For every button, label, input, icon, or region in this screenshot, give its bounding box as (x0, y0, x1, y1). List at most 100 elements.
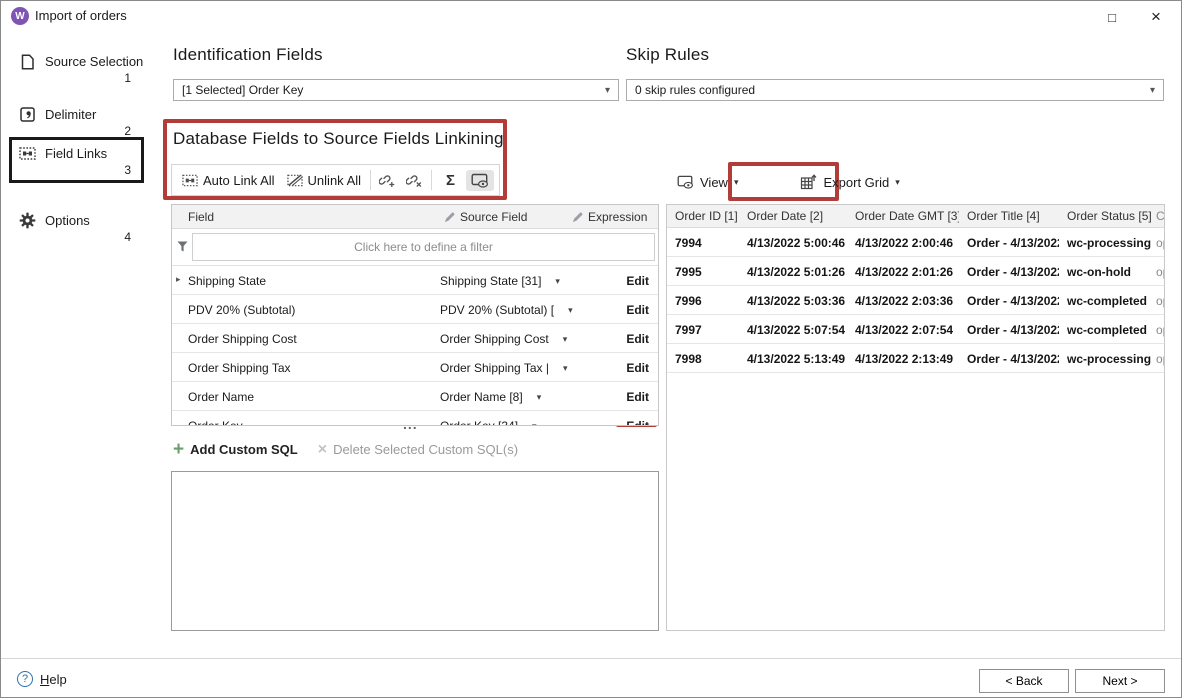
edit-button[interactable]: Edit (626, 274, 649, 288)
resize-grip[interactable]: ... (403, 416, 418, 432)
order-cell: wc-processing (1059, 344, 1152, 372)
add-custom-sql-button[interactable]: Add Custom SQL (190, 442, 298, 457)
column-header-expression[interactable]: Expression (572, 210, 647, 224)
row-expander-icon[interactable]: ▸ (176, 274, 181, 285)
grid-column-header[interactable]: Order ID [1] (667, 205, 739, 227)
chevron-down-icon: ▾ (563, 363, 568, 374)
link-toolbar: Auto Link All Unlink All Σ (171, 164, 500, 196)
add-link-button[interactable] (374, 170, 401, 191)
order-cell: 4/13/2022 2:03:36 (847, 286, 959, 314)
order-cell: 7997 (667, 315, 739, 343)
field-name: Shipping State (188, 274, 266, 288)
order-cell: 7995 (667, 257, 739, 285)
source-field-dropdown[interactable]: Order Key [34]▾ (440, 419, 537, 426)
delete-custom-sql-button[interactable]: Delete Selected Custom SQL(s) (333, 442, 518, 457)
field-link-row[interactable]: ▸Order Shipping CostOrder Shipping Cost▾… (172, 324, 658, 353)
field-link-row[interactable]: ▸PDV 20% (Subtotal)PDV 20% (Subtotal) [▾… (172, 295, 658, 324)
sidebar-item-label: Delimiter (45, 107, 96, 122)
grid-toolbar: View ▾ Export Grid ▾ (669, 167, 908, 197)
grid-column-header[interactable]: Order Title [4] (959, 205, 1059, 227)
order-cell: wc-completed (1059, 286, 1152, 314)
filter-input[interactable]: Click here to define a filter (192, 233, 655, 261)
order-cell: op (1152, 228, 1165, 256)
filter-row: Click here to define a filter (172, 229, 658, 266)
sidebar-item-options[interactable]: Options 4 (9, 204, 144, 250)
order-row[interactable]: 79974/13/2022 5:07:544/13/2022 2:07:54Or… (667, 315, 1164, 344)
edit-button[interactable]: Edit (626, 419, 649, 426)
source-field-dropdown[interactable]: Order Name [8]▾ (440, 390, 541, 404)
grid-header-row: Order ID [1]Order Date [2]Order Date GMT… (667, 205, 1164, 228)
step-number: 2 (19, 124, 141, 138)
order-row[interactable]: 79984/13/2022 5:13:494/13/2022 2:13:49Or… (667, 344, 1164, 373)
sidebar-item-field-links[interactable]: Field Links 3 (9, 137, 144, 183)
identification-fields-heading: Identification Fields (173, 45, 323, 65)
window-title: Import of orders (35, 8, 127, 23)
order-cell: wc-completed (1059, 315, 1152, 343)
expression-sigma-button[interactable]: Σ (435, 169, 466, 192)
auto-link-all-button[interactable]: Auto Link All (176, 170, 281, 191)
auto-link-icon (182, 174, 198, 187)
next-button[interactable]: Next > (1075, 669, 1165, 693)
custom-sql-editor[interactable] (171, 471, 659, 631)
edit-button[interactable]: Edit (626, 361, 649, 375)
maximize-button[interactable]: □ (1095, 5, 1129, 29)
unlink-all-button[interactable]: Unlink All (281, 170, 367, 191)
source-field-dropdown[interactable]: Order Shipping Cost▾ (440, 332, 567, 346)
chevron-down-icon: ▾ (895, 177, 900, 188)
order-cell: 7996 (667, 286, 739, 314)
column-header-source-field[interactable]: Source Field (444, 210, 527, 224)
grid-column-header[interactable]: Order Status [5] (1059, 205, 1152, 227)
unlink-all-label: Unlink All (308, 173, 361, 188)
footer-divider (1, 658, 1181, 659)
order-row[interactable]: 79954/13/2022 5:01:264/13/2022 2:01:26Or… (667, 257, 1164, 286)
edit-button[interactable]: Edit (626, 332, 649, 346)
order-cell: 7994 (667, 228, 739, 256)
link-section-heading: Database Fields to Source Fields Linkini… (173, 129, 504, 149)
view-label: View (700, 175, 728, 190)
remove-link-button[interactable] (401, 170, 428, 191)
quote-icon (19, 106, 36, 123)
export-grid-icon (800, 174, 817, 190)
order-cell: Order - 4/13/2022 (959, 344, 1059, 372)
grid-column-header[interactable]: Order Date [2] (739, 205, 847, 227)
field-link-row[interactable]: ▸Order Shipping TaxOrder Shipping Tax |▾… (172, 353, 658, 382)
chevron-down-icon: ▾ (555, 276, 560, 287)
sigma-icon: Σ (440, 172, 461, 189)
sidebar-item-source-selection[interactable]: Source Selection 1 (9, 45, 144, 91)
field-link-row[interactable]: ▸ Shipping State Shipping State [31]▾ Edit (172, 266, 658, 295)
identification-fields-dropdown[interactable]: [1 Selected] Order Key ▾ (173, 79, 619, 101)
skip-rules-value: 0 skip rules configured (635, 83, 755, 97)
chevron-down-icon: ▾ (568, 305, 573, 316)
column-header-field[interactable]: Field (188, 210, 214, 224)
order-cell: op (1152, 286, 1165, 314)
pencil-icon (444, 212, 455, 223)
grid-column-header[interactable]: C (1152, 205, 1165, 227)
order-cell: Order - 4/13/2022 (959, 228, 1059, 256)
order-row[interactable]: 79944/13/2022 5:00:464/13/2022 2:00:46Or… (667, 228, 1164, 257)
source-field-dropdown[interactable]: Order Shipping Tax |▾ (440, 361, 568, 375)
gear-icon (19, 212, 36, 229)
order-row[interactable]: 79964/13/2022 5:03:364/13/2022 2:03:36Or… (667, 286, 1164, 315)
sidebar-item-label: Source Selection (45, 54, 143, 69)
step-number: 1 (19, 71, 141, 85)
filter-funnel-icon[interactable] (177, 241, 188, 252)
chevron-down-icon: ▾ (532, 421, 537, 427)
identification-fields-value: [1 Selected] Order Key (182, 83, 303, 97)
close-button[interactable]: × (1139, 5, 1173, 29)
field-link-row[interactable]: ▸Order NameOrder Name [8]▾Edit (172, 382, 658, 411)
edit-button[interactable]: Edit (626, 303, 649, 317)
delete-x-icon: × (318, 443, 327, 457)
order-cell: 4/13/2022 5:01:26 (739, 257, 847, 285)
grid-column-header[interactable]: Order Date GMT [3] (847, 205, 959, 227)
help-link[interactable]: ? Help (17, 671, 67, 687)
preview-toggle-button[interactable] (466, 170, 494, 191)
order-cell: 4/13/2022 5:13:49 (739, 344, 847, 372)
source-field-dropdown[interactable]: PDV 20% (Subtotal) [▾ (440, 303, 573, 317)
edit-button[interactable]: Edit (626, 390, 649, 404)
view-button[interactable]: View ▾ (669, 171, 746, 194)
source-field-dropdown[interactable]: Shipping State [31]▾ (440, 274, 560, 288)
skip-rules-dropdown[interactable]: 0 skip rules configured ▾ (626, 79, 1164, 101)
back-button[interactable]: < Back (979, 669, 1069, 693)
order-cell: 4/13/2022 2:00:46 (847, 228, 959, 256)
export-grid-button[interactable]: Export Grid ▾ (792, 170, 907, 194)
